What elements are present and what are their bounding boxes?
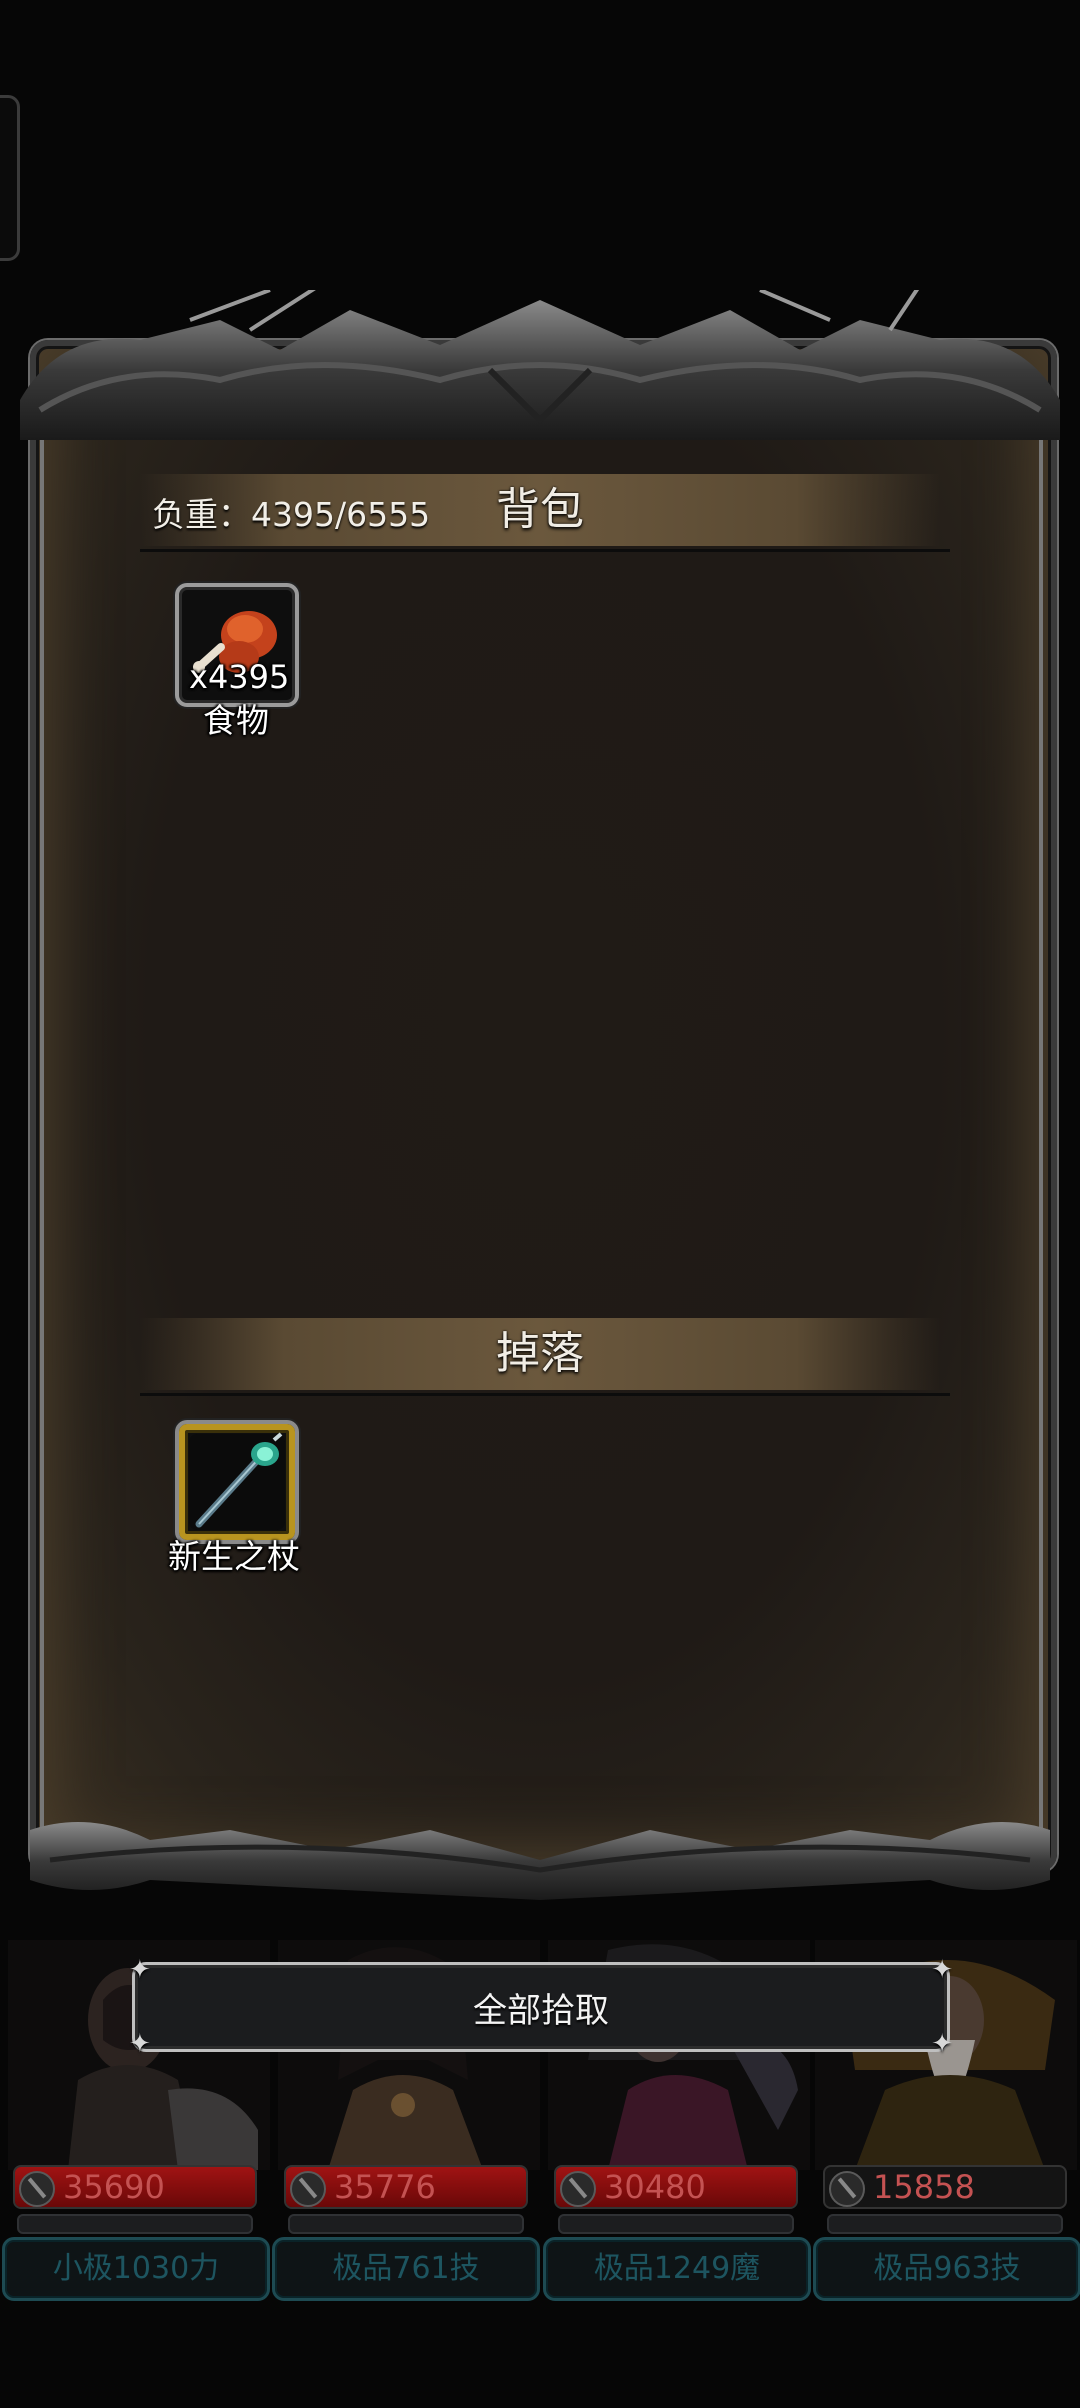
- sword-icon: [560, 2171, 596, 2207]
- sword-icon: [290, 2171, 326, 2207]
- hero-hp-value: 35776: [334, 2168, 436, 2206]
- side-edge-tab: [0, 95, 20, 261]
- hero-hp-value: 35690: [63, 2168, 165, 2206]
- hero-sub-bar-4: [827, 2214, 1063, 2234]
- drop-header-divider: [140, 1393, 950, 1396]
- hero-tag-4[interactable]: 极品963技: [813, 2237, 1080, 2301]
- hero-hp-bar-4: 15858: [823, 2165, 1067, 2209]
- pickup-all-label: 全部拾取: [473, 1990, 609, 2031]
- corner-ornament-tl: ✦: [129, 1955, 151, 1985]
- dragon-crest-ornament: [20, 290, 1060, 440]
- hero-tag-2[interactable]: 极品761技: [272, 2237, 540, 2301]
- sword-icon: [829, 2171, 865, 2207]
- hero-tag-3[interactable]: 极品1249魔: [543, 2237, 811, 2301]
- hero-tag-1[interactable]: 小极1030力: [2, 2237, 270, 2301]
- sword-icon: [19, 2171, 55, 2207]
- drop-item-slot[interactable]: [175, 1420, 299, 1544]
- weight-capacity: 负重：4395/6555: [152, 495, 431, 534]
- drop-item-name: 新生之杖: [168, 1537, 300, 1576]
- drop-header: 掉落: [140, 1318, 950, 1396]
- drop-title: 掉落: [496, 1328, 584, 1379]
- hero-hp-bar-2: 35776: [284, 2165, 528, 2209]
- hero-hp-bar-3: 30480: [554, 2165, 798, 2209]
- staff-icon: [189, 1432, 285, 1530]
- inventory-panel: [30, 340, 1057, 1872]
- hero-sub-bar-1: [17, 2214, 253, 2234]
- hero-sub-bar-2: [288, 2214, 524, 2234]
- panel-base-ornament: [30, 1822, 1050, 1900]
- hero-sub-bar-3: [558, 2214, 794, 2234]
- corner-ornament-br: ✦: [931, 2029, 953, 2059]
- hero-hp-value: 30480: [604, 2168, 706, 2206]
- bag-item-name: 食物: [203, 701, 269, 740]
- corner-ornament-bl: ✦: [129, 2029, 151, 2059]
- pickup-all-button[interactable]: ✦ ✦ ✦ ✦ 全部拾取: [129, 1957, 953, 2057]
- bag-header-divider: [140, 549, 950, 552]
- hero-hp-value: 15858: [873, 2168, 975, 2206]
- bag-item-count: x4395: [189, 658, 290, 696]
- hero-hp-bar-1: 35690: [13, 2165, 257, 2209]
- corner-ornament-tr: ✦: [931, 1955, 953, 1985]
